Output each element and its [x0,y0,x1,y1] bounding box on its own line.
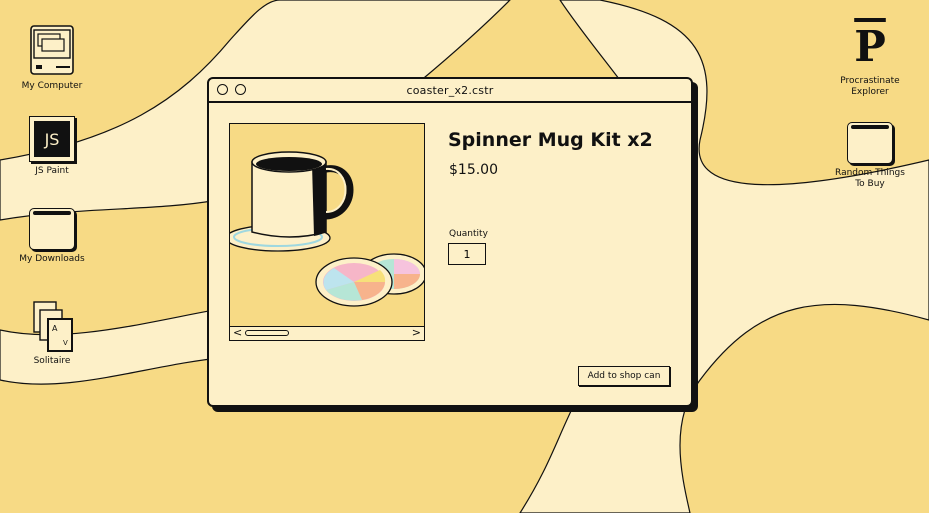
desktop-icon-label: My Downloads [19,254,85,264]
desktop-icon-my-computer[interactable]: My Computer [12,25,92,92]
desktop-icon-label: Explorer [851,87,889,97]
product-title: Spinner Mug Kit x2 [448,129,653,151]
window-titlebar[interactable]: coaster_x2.cstr [209,79,691,103]
quantity-label: Quantity [449,229,488,239]
scroll-right-arrow[interactable]: > [412,327,421,339]
desktop-icon-label: Solitaire [33,356,71,366]
image-horizontal-scrollbar[interactable]: < > [230,326,424,340]
quantity-input[interactable] [448,243,486,265]
procrastinate-glyph: P [854,22,886,71]
product-image [230,124,424,328]
maximize-button[interactable] [235,84,246,95]
procrastinate-explorer-icon: P [847,24,893,72]
js-paint-glyph: JS [34,121,70,157]
product-image-viewer: < > [229,123,425,341]
card-bottom-glyph: V [63,339,68,347]
close-button[interactable] [217,84,228,95]
cards-icon: A V [28,300,76,352]
desktop-icon-label: Procrastinate [840,76,900,86]
product-price: $15.00 [449,162,498,178]
desktop-icon-solitaire[interactable]: A V Solitaire [12,300,92,367]
js-paint-icon: JS [29,116,75,162]
window-title: coaster_x2.cstr [406,83,494,97]
add-to-cart-button[interactable]: Add to shop can [578,366,670,386]
scroll-thumb[interactable] [245,330,289,336]
desktop-icon-random-things-to-buy[interactable]: Random Things To Buy [830,122,910,190]
computer-icon [28,25,76,77]
desktop-icon-label: My Computer [21,81,83,91]
scroll-left-arrow[interactable]: < [233,327,242,339]
desktop-icon-label: To Buy [855,179,885,189]
folder-icon [29,208,75,250]
desktop-icon-my-downloads[interactable]: My Downloads [12,208,92,265]
product-window: coaster_x2.cstr < > Spinner Mug Kit x2 $… [207,77,693,407]
card-top-glyph: A [52,324,58,333]
desktop-icon-label: JS Paint [35,166,69,176]
folder-icon [847,122,893,164]
desktop-icon-procrastinate-explorer[interactable]: P Procrastinate Explorer [830,24,910,98]
desktop-icon-js-paint[interactable]: JS JS Paint [12,116,92,177]
desktop-icon-label: Random Things [835,168,905,178]
